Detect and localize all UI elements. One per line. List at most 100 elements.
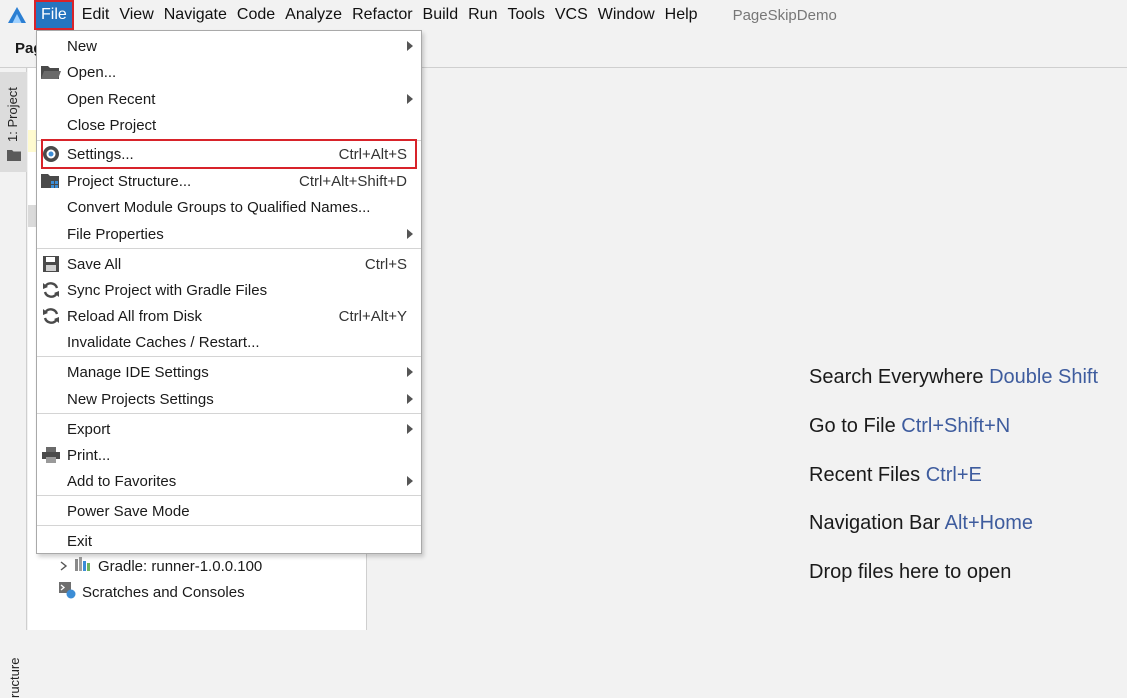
printer-icon [41,445,61,465]
menu-item-label: Settings... [67,145,134,163]
hint-label: Navigation Bar [809,512,941,534]
chevron-right-icon[interactable] [60,558,68,575]
submenu-arrow-icon [407,41,413,51]
menu-build[interactable]: Build [418,0,464,30]
menu-item-new[interactable]: New [37,33,421,59]
menu-item-invalidate-caches[interactable]: Invalidate Caches / Restart... [37,329,421,355]
menu-item-convert-module-groups[interactable]: Convert Module Groups to Qualified Names… [37,194,421,220]
hint-go-to-file: Go to File Ctrl+Shift+N [809,415,1010,438]
tree-item-scratches[interactable]: Scratches and Consoles [58,581,245,603]
hint-navigation-bar: Navigation Bar Alt+Home [809,512,1033,535]
menu-item-project-structure[interactable]: Project Structure... Ctrl+Alt+Shift+D [37,168,421,194]
menu-code[interactable]: Code [232,0,280,30]
menu-item-new-projects-settings[interactable]: New Projects Settings [37,386,421,412]
menu-item-label: Power Save Mode [67,502,190,520]
menu-item-label: Add to Favorites [67,472,177,490]
gear-icon [41,144,61,164]
menu-item-print[interactable]: Print... [37,442,421,468]
menu-item-label: Save All [67,255,122,273]
menu-separator [37,356,421,357]
menu-vcs[interactable]: VCS [550,0,593,30]
open-folder-icon [41,62,61,82]
sync-icon [41,280,61,300]
menu-item-label: New Projects Settings [67,390,214,408]
tree-item-gradle[interactable]: Gradle: runner-1.0.0.100 [60,556,262,576]
menu-edit[interactable]: Edit [77,0,115,30]
menu-item-label: Open... [67,63,117,81]
menu-navigate[interactable]: Navigate [159,0,232,30]
menu-item-sync-gradle[interactable]: Sync Project with Gradle Files [37,277,421,303]
file-menu-dropdown: New Open... Open Recent Close Project Se… [36,30,422,554]
tree-item-label: Gradle: runner-1.0.0.100 [98,557,263,575]
scratches-icon [58,581,76,603]
menu-separator [37,495,421,496]
hint-shortcut: Alt+Home [944,512,1034,534]
app-logo-icon [0,0,34,30]
menu-tools[interactable]: Tools [502,0,549,30]
menu-help[interactable]: Help [660,0,703,30]
menu-item-export[interactable]: Export [37,416,421,442]
menu-separator [37,413,421,414]
menu-item-label: Invalidate Caches / Restart... [67,333,260,351]
submenu-arrow-icon [407,94,413,104]
submenu-arrow-icon [407,367,413,377]
menu-item-label: Convert Module Groups to Qualified Names… [67,198,371,216]
hint-shortcut: Double Shift [989,366,1099,388]
menu-item-open[interactable]: Open... [37,59,421,85]
menu-item-settings[interactable]: Settings... Ctrl+Alt+S [41,139,417,169]
menu-item-shortcut: Ctrl+Alt+S [338,145,407,163]
hint-shortcut: Ctrl+Shift+N [901,415,1011,437]
editor-empty-area: Search Everywhere Double Shift Go to Fil… [368,68,1127,630]
menu-item-save-all[interactable]: Save All Ctrl+S [37,251,421,277]
menu-file[interactable]: File [34,0,74,30]
menu-window[interactable]: Window [593,0,660,30]
menu-item-label: Export [67,420,111,438]
menu-view[interactable]: View [114,0,158,30]
menu-item-shortcut: Ctrl+Alt+Shift+D [299,172,407,190]
menu-item-label: Manage IDE Settings [67,363,209,381]
hint-search-everywhere: Search Everywhere Double Shift [809,366,1098,389]
submenu-arrow-icon [407,424,413,434]
menu-refactor[interactable]: Refactor [347,0,417,30]
menu-item-shortcut: Ctrl+Alt+Y [338,307,407,325]
structure-tool-tab[interactable]: ructure [7,658,22,698]
hint-label: Go to File [809,415,896,437]
selection-marker [28,130,36,152]
menu-item-label: Exit [67,532,93,550]
submenu-arrow-icon [407,229,413,239]
menu-item-label: New [67,37,98,55]
menu-item-manage-ide-settings[interactable]: Manage IDE Settings [37,359,421,385]
menu-item-label: Print... [67,446,111,464]
menu-item-label: Project Structure... [67,172,192,190]
menu-item-file-properties[interactable]: File Properties [37,221,421,247]
menu-bar: File Edit View Navigate Code Analyze Ref… [0,0,1127,30]
menu-item-label: Close Project [67,116,157,134]
menu-item-close-project[interactable]: Close Project [37,112,421,138]
hint-label: Drop files here to open [809,561,1012,583]
menu-item-open-recent[interactable]: Open Recent [37,86,421,112]
menu-item-exit[interactable]: Exit [37,528,421,554]
tree-item-label: Scratches and Consoles [82,583,245,601]
menu-item-reload-from-disk[interactable]: Reload All from Disk Ctrl+Alt+Y [37,303,421,329]
save-icon [41,254,61,274]
menu-separator [37,525,421,526]
left-tool-strip: 1: Project ructure [0,68,27,698]
selection-marker-2 [28,205,36,227]
menu-item-label: Open Recent [67,90,156,108]
submenu-arrow-icon [407,476,413,486]
hint-drop-files: Drop files here to open [809,561,1011,584]
project-tool-tab[interactable]: 1: Project [0,72,27,172]
hint-label: Search Everywhere [809,366,984,388]
hint-shortcut: Ctrl+E [925,464,982,486]
menu-analyze[interactable]: Analyze [280,0,347,30]
menu-item-power-save-mode[interactable]: Power Save Mode [37,498,421,524]
folder-icon [7,148,21,165]
menu-item-add-to-favorites[interactable]: Add to Favorites [37,468,421,494]
project-title: PageSkipDemo [732,6,837,24]
menu-item-label: Reload All from Disk [67,307,203,325]
menu-item-label: File Properties [67,225,164,243]
project-structure-icon [41,171,61,191]
menu-run[interactable]: Run [463,0,502,30]
refresh-icon [41,306,61,326]
gradle-library-icon [74,556,92,576]
